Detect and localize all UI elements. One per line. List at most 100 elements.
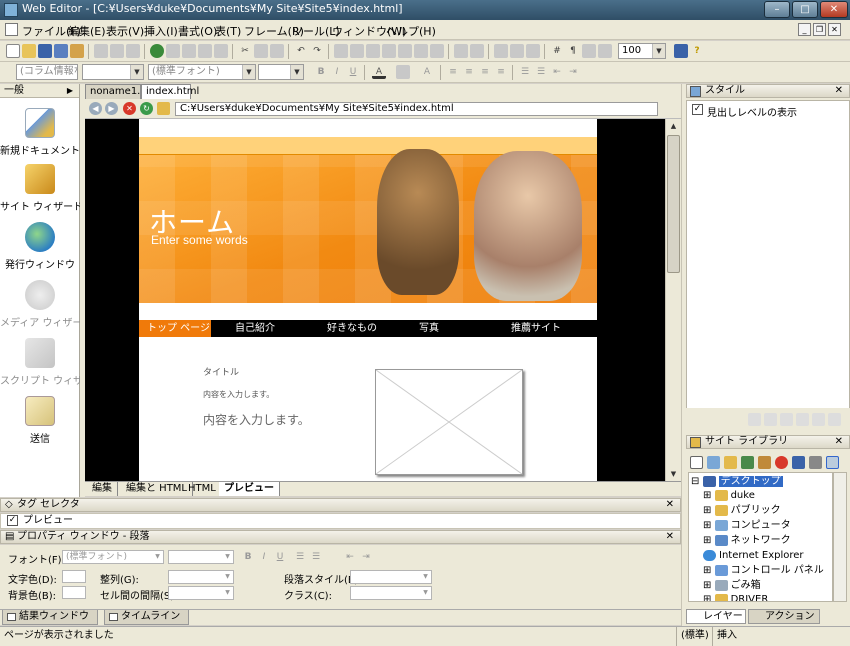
menu-insert[interactable]: 挿入(I) — [144, 23, 178, 39]
general-panel-header[interactable]: 一般 ▶ — [0, 84, 79, 98]
link-icon[interactable] — [494, 44, 508, 58]
tree-item-public[interactable]: ⊞ パブリック — [703, 504, 781, 518]
layout-icon[interactable] — [598, 44, 612, 58]
goto-icon[interactable] — [198, 44, 212, 58]
nav-favorites[interactable]: 好きなもの — [319, 320, 409, 337]
grid-icon[interactable]: # — [550, 44, 564, 58]
insert-form-icon[interactable] — [382, 44, 396, 58]
tree-item-network[interactable]: ⊞ ネットワーク — [703, 534, 791, 548]
maximize-button[interactable]: □ — [792, 1, 818, 18]
spellcheck-icon[interactable] — [126, 44, 140, 58]
undo-style-icon[interactable] — [812, 413, 825, 426]
menu-format[interactable]: 書式(O) — [178, 23, 217, 39]
tree-item-desktop[interactable]: ⊟ デスクトップ — [691, 475, 783, 489]
tool-script-wizard[interactable]: スクリプト ウィザード — [0, 338, 103, 387]
font-size-select[interactable]: ▼ — [258, 64, 304, 80]
clear-format-icon[interactable]: A — [420, 65, 434, 79]
help-icon[interactable]: ? — [690, 44, 704, 58]
tool-media-wizard[interactable]: メディア ウィザード — [0, 280, 92, 329]
undo-icon[interactable]: ↶ — [294, 44, 308, 58]
bg-color-swatch[interactable] — [62, 586, 86, 599]
insert-frame-icon[interactable] — [430, 44, 444, 58]
home-folder-icon[interactable] — [157, 102, 170, 115]
preview-checkbox[interactable]: ✓ — [7, 515, 18, 526]
tag-selector-header[interactable]: ◇ タグ セレクタ ✕ — [0, 498, 681, 512]
mdi-minimize-icon[interactable]: _ — [798, 23, 811, 36]
nav-photos[interactable]: 写真 — [411, 320, 501, 337]
stop-icon[interactable]: ✕ — [123, 102, 136, 115]
align-justify-icon[interactable]: ≡ — [494, 65, 508, 79]
menu-edit[interactable]: 編集(E) — [68, 23, 106, 39]
refresh-icon[interactable]: ↻ — [140, 102, 153, 115]
insert-link-icon[interactable] — [350, 44, 364, 58]
tab-timeline[interactable]: タイムライン — [104, 610, 190, 625]
save-all-icon[interactable] — [54, 44, 68, 58]
cell-spacing-field[interactable]: ▼ — [168, 586, 234, 600]
anchor-icon[interactable] — [510, 44, 524, 58]
paste-icon[interactable] — [270, 44, 284, 58]
tab-results-window[interactable]: 結果ウィンドウ — [2, 610, 98, 625]
save-icon[interactable] — [38, 44, 52, 58]
library-image-icon[interactable] — [741, 456, 754, 469]
paragraph-mark-icon[interactable]: ¶ — [566, 44, 580, 58]
style-panel-header[interactable]: スタイル ✕ — [686, 84, 850, 98]
menu-help[interactable]: ヘルプ(H) — [386, 23, 436, 39]
tree-scrollbar[interactable] — [833, 472, 847, 602]
ruler-icon[interactable] — [582, 44, 596, 58]
nav-about[interactable]: 自己紹介 — [227, 320, 317, 337]
prop-outdent-icon[interactable]: ⇤ — [344, 552, 356, 563]
panel-arrow-icon[interactable]: ▶ — [67, 84, 73, 97]
tab-noname1[interactable]: noname1.htm — [85, 84, 160, 99]
italic-icon[interactable]: I — [330, 65, 344, 79]
insert-object-icon[interactable] — [414, 44, 428, 58]
text-color-swatch[interactable] — [62, 570, 86, 583]
tree-item-duke[interactable]: ⊞ duke — [703, 489, 755, 503]
menu-view[interactable]: 表示(V) — [106, 23, 144, 39]
underline-icon[interactable]: U — [346, 65, 360, 79]
tree-item-recycle-bin[interactable]: ⊞ ごみ箱 — [703, 579, 761, 593]
tool-publish-window[interactable]: 発行ウィンドウ — [0, 222, 80, 271]
edit-style-icon[interactable] — [764, 413, 777, 426]
redo-icon[interactable]: ↷ — [310, 44, 324, 58]
tree-item-computer[interactable]: ⊞ コンピュータ — [703, 519, 791, 533]
tree-item-driver[interactable]: ⊞ DRIVER — [703, 593, 768, 601]
tab-action[interactable]: アクション — [748, 609, 820, 624]
mdi-restore-icon[interactable]: ❐ — [813, 23, 826, 36]
insert-table-icon[interactable] — [366, 44, 380, 58]
nav-top-page[interactable]: トップ ページ — [139, 320, 211, 337]
properties-icon[interactable] — [214, 44, 228, 58]
library-database-icon[interactable] — [809, 456, 822, 469]
bookmark-icon[interactable] — [526, 44, 540, 58]
prop-list-icon[interactable]: ☰ — [294, 552, 306, 563]
apply-style-icon[interactable] — [780, 413, 793, 426]
para-style-field[interactable]: ▼ — [350, 570, 432, 584]
back-icon[interactable]: ◀ — [89, 102, 102, 115]
library-folder-icon[interactable] — [724, 456, 737, 469]
print-preview-icon[interactable] — [110, 44, 124, 58]
prop-bold-icon[interactable]: B — [242, 552, 254, 563]
prop-italic-icon[interactable]: I — [258, 552, 270, 563]
preview-scrollbar[interactable]: ▲ ▼ — [665, 119, 681, 481]
nav-recommended[interactable]: 推薦サイト — [503, 320, 595, 337]
cut-icon[interactable]: ✂ — [238, 44, 252, 58]
forward-icon[interactable]: ▶ — [105, 102, 118, 115]
tree-item-internet-explorer[interactable]: Internet Explorer — [703, 549, 804, 563]
tab-edit[interactable]: 編集 — [87, 482, 118, 496]
tab-preview[interactable]: プレビュー — [219, 482, 280, 496]
scroll-thumb[interactable] — [667, 135, 680, 273]
font-field[interactable]: (標準フォント) ▼ — [62, 550, 164, 564]
highlight-color-icon[interactable] — [396, 65, 410, 79]
column-select[interactable]: (コラム情報なし) — [16, 64, 78, 80]
paragraph-select[interactable]: ▼ — [82, 64, 144, 80]
outdent-icon[interactable]: ⇤ — [550, 65, 564, 79]
document-icon[interactable] — [5, 23, 18, 36]
heading-level-checkbox[interactable]: ✓ — [692, 104, 703, 115]
print-icon[interactable] — [94, 44, 108, 58]
bold-icon[interactable]: B — [314, 65, 328, 79]
indent-icon[interactable]: ⇥ — [566, 65, 580, 79]
insert-image-icon[interactable] — [334, 44, 348, 58]
site-manager-icon[interactable] — [674, 44, 688, 58]
minimize-button[interactable]: – — [764, 1, 790, 18]
library-new-icon[interactable] — [690, 456, 703, 469]
align-center-icon[interactable]: ≡ — [462, 65, 476, 79]
